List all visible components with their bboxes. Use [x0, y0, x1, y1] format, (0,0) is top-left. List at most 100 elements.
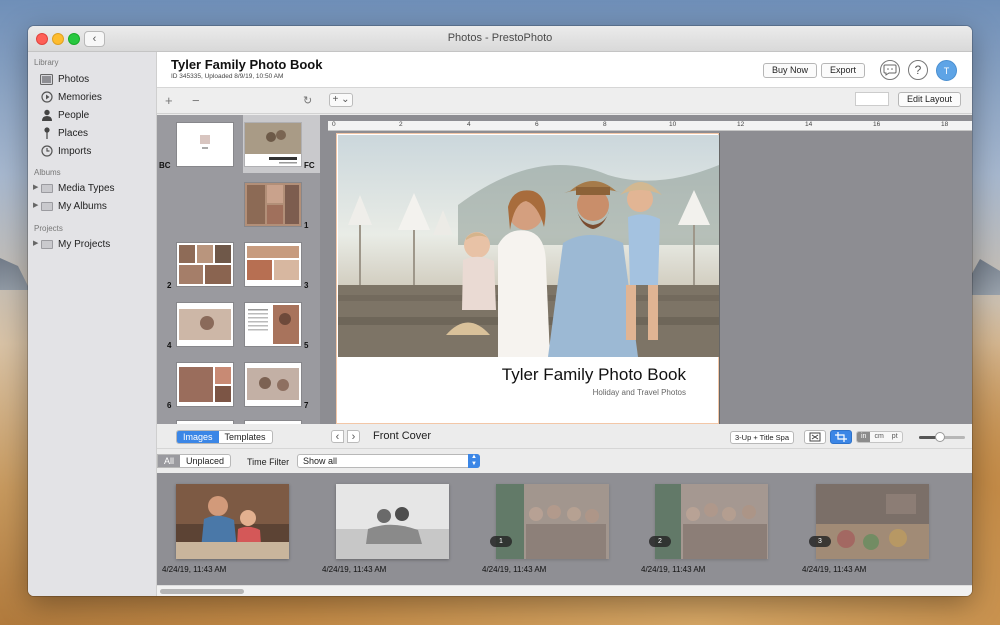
pin-icon [40, 127, 53, 139]
unit-pt[interactable]: pt [888, 432, 902, 442]
page-thumbnail-7[interactable] [245, 363, 301, 406]
avatar[interactable]: T [936, 60, 957, 81]
sidebar-section-projects: Projects [34, 224, 63, 233]
page-label-bc: BC [159, 161, 171, 170]
sidebar-item-places[interactable]: Places [40, 125, 88, 141]
page-thumbnail-3[interactable] [245, 243, 301, 286]
photo-thumbnail[interactable] [496, 484, 609, 559]
sidebar-item-my-albums[interactable]: My Albums [40, 198, 107, 214]
page-label-7: 7 [304, 401, 309, 410]
time-filter-select[interactable]: Show all ▲ ▼ [297, 454, 480, 468]
filter-all[interactable]: All [158, 455, 181, 467]
next-page-button[interactable]: › [347, 430, 360, 443]
photo-thumbnail[interactable] [655, 484, 768, 559]
spine-guide [719, 133, 720, 424]
sidebar-item-people[interactable]: People [40, 107, 89, 123]
photo-strip-scrollbar[interactable] [157, 585, 972, 596]
page-thumbnail-6[interactable] [177, 363, 233, 406]
filter-unplaced[interactable]: Unplaced [180, 455, 230, 467]
page-thumbnail-front-cover[interactable] [245, 123, 301, 166]
clock-icon [40, 145, 53, 157]
sidebar-item-memories[interactable]: Memories [40, 89, 102, 105]
project-title: Tyler Family Photo Book [171, 57, 323, 72]
remove-page-button[interactable]: − [192, 93, 200, 108]
folder-icon [40, 238, 53, 250]
tab-images[interactable]: Images [177, 431, 219, 443]
photo-thumbnail[interactable] [176, 484, 289, 559]
photo-thumbnail[interactable] [336, 484, 449, 559]
page-editor: 0 2 4 6 8 10 12 14 16 18 Tyler Family Ph… [320, 115, 972, 424]
buy-now-button[interactable]: Buy Now [763, 63, 818, 78]
content-bar: Images Templates ‹ › Front Cover 3-Up + … [157, 424, 972, 449]
chevron-updown-icon: ▲ ▼ [468, 454, 480, 468]
disclosure-triangle-icon[interactable]: ▶ [33, 201, 38, 209]
page-thumbnail-5[interactable] [245, 303, 301, 346]
zoom-slider[interactable] [919, 432, 965, 442]
sidebar: Library Photos Memories People Places Im… [28, 52, 157, 596]
app-window: ‹ Photos - PrestoPhoto Library Photos Me… [28, 26, 972, 596]
edit-layout-button[interactable]: Edit Layout [898, 92, 962, 107]
sidebar-section-library: Library [34, 58, 59, 67]
page-label-1: 1 [304, 221, 309, 230]
unit-cm[interactable]: cm [870, 432, 887, 442]
refresh-icon[interactable]: ↻ [303, 94, 312, 107]
help-icon[interactable]: ? [908, 60, 928, 80]
unit-in[interactable]: in [857, 432, 871, 442]
add-element-menu[interactable]: + ⌄ [329, 93, 353, 107]
sidebar-item-imports[interactable]: Imports [40, 143, 91, 159]
placement-filter-toggle: All Unplaced [157, 454, 232, 468]
feedback-icon[interactable] [880, 60, 900, 80]
photo-date: 4/24/19, 11:43 AM [322, 565, 387, 574]
photos-icon [40, 73, 53, 85]
zoom-slider-knob[interactable] [934, 432, 945, 442]
page-thumbnail-back-cover[interactable] [177, 123, 233, 166]
layout-selector[interactable]: 3-Up + Title Spa [730, 431, 794, 444]
family-photo-illustration [338, 135, 719, 357]
page-thumbnail-2[interactable] [177, 243, 233, 286]
previous-page-button[interactable]: ‹ [331, 430, 344, 443]
crop-icon [835, 432, 847, 442]
page-thumbnails-panel: BC FC 1 2 3 4 5 6 7 [157, 115, 320, 424]
project-subtitle: ID 345335, Uploaded 8/9/19, 10:50 AM [171, 73, 284, 80]
front-cover-canvas[interactable]: Tyler Family Photo Book Holiday and Trav… [336, 133, 719, 424]
add-page-button[interactable]: + [165, 93, 173, 108]
chevron-right-icon: › [351, 431, 356, 443]
ruler-label: 6 [535, 121, 539, 128]
photo-date: 4/24/19, 11:43 AM [162, 565, 227, 574]
chevron-left-icon: ‹ [335, 431, 340, 443]
page-label-4: 4 [167, 341, 172, 350]
page-thumbnail-4[interactable] [177, 303, 233, 346]
photo-date: 4/24/19, 11:43 AM [641, 565, 706, 574]
usage-count-badge: 3 [809, 536, 831, 547]
sidebar-item-label: Imports [58, 145, 92, 157]
current-page-label: Front Cover [373, 430, 432, 442]
photo-date: 4/24/19, 11:43 AM [802, 565, 867, 574]
disclosure-triangle-icon[interactable]: ▶ [33, 239, 38, 247]
ruler-label: 4 [467, 121, 471, 128]
sidebar-item-my-projects[interactable]: My Projects [40, 236, 110, 252]
cover-title[interactable]: Tyler Family Photo Book [502, 365, 686, 385]
sidebar-item-media-types[interactable]: Media Types [40, 180, 115, 196]
sidebar-item-label: My Projects [58, 238, 111, 250]
sidebar-item-label: Media Types [58, 182, 115, 194]
cover-photo[interactable] [338, 135, 719, 357]
toolbar-field[interactable] [855, 92, 889, 106]
ruler-label: 12 [737, 121, 745, 128]
filter-bar: All Unplaced Time Filter Show all ▲ ▼ [157, 449, 972, 473]
tab-templates[interactable]: Templates [219, 431, 272, 443]
ruler-label: 16 [873, 121, 881, 128]
photo-strip: 4/24/19, 11:43 AM 4/24/19, 11:43 AM 1 4/… [157, 473, 972, 585]
sidebar-section-albums: Albums [34, 168, 61, 177]
people-icon [40, 109, 53, 121]
page-thumbnail-1[interactable] [245, 183, 301, 226]
sidebar-item-label: Places [58, 127, 89, 139]
export-button[interactable]: Export [821, 63, 866, 78]
fit-image-button[interactable] [804, 430, 826, 444]
crop-button[interactable] [830, 430, 852, 444]
time-filter-value: Show all [303, 456, 338, 466]
cover-subtitle[interactable]: Holiday and Travel Photos [593, 388, 686, 397]
photo-thumbnail[interactable] [816, 484, 929, 559]
sidebar-item-photos[interactable]: Photos [40, 71, 89, 87]
scrollbar-thumb[interactable] [160, 589, 244, 594]
disclosure-triangle-icon[interactable]: ▶ [33, 183, 38, 191]
